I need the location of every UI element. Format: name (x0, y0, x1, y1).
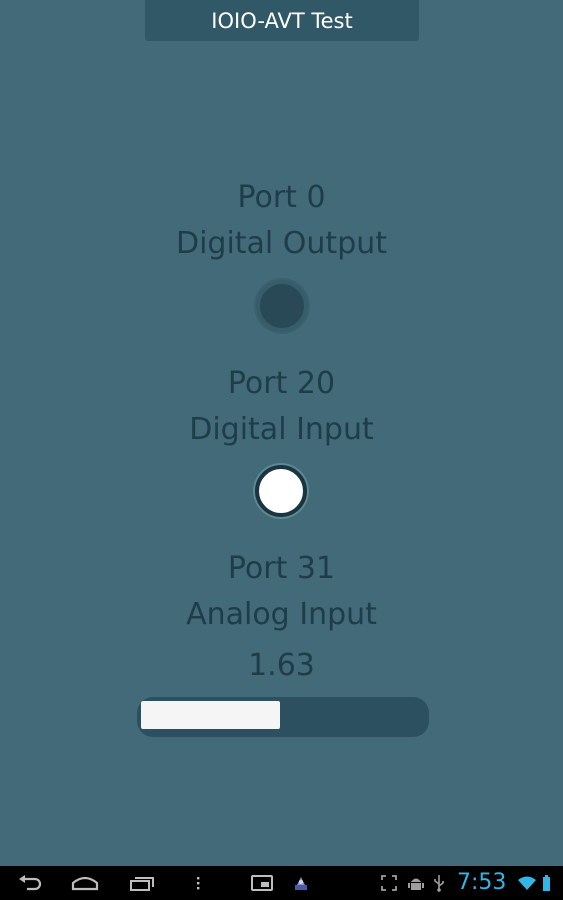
digital-output-toggle[interactable] (256, 280, 308, 332)
status-clock: 7:53 (457, 870, 507, 895)
android-debug-icon (407, 866, 425, 900)
port-31-label: Port 31 (227, 551, 336, 586)
port-20-type-label: Digital Input (189, 412, 374, 447)
title-bar: IOIO-AVT Test (145, 0, 419, 41)
port-20-label: Port 20 (227, 366, 336, 401)
port-0-label: Port 0 (237, 180, 326, 215)
app-title: IOIO-AVT Test (211, 8, 353, 33)
analog-level-fill (141, 701, 280, 729)
port-31-type-label: Analog Input (186, 597, 377, 632)
digital-input-indicator (255, 465, 307, 517)
system-navigation-bar: 7:53 (0, 866, 563, 900)
port-0-type-label: Digital Output (175, 226, 388, 261)
menu-icon[interactable] (192, 866, 204, 900)
home-icon[interactable] (70, 866, 100, 900)
wifi-icon (518, 866, 536, 900)
fullscreen-icon (380, 866, 398, 900)
screenshot-icon[interactable] (250, 866, 274, 900)
app-screen: IOIO-AVT Test Port 0 Digital Output Port… (0, 0, 563, 900)
battery-icon (540, 866, 552, 900)
usb-icon (432, 866, 446, 900)
analog-value: 1.63 (248, 648, 315, 683)
back-icon[interactable] (16, 866, 44, 900)
app-notification-icon[interactable] (290, 866, 312, 900)
analog-level-bar (137, 697, 429, 737)
recent-apps-icon[interactable] (128, 866, 156, 900)
